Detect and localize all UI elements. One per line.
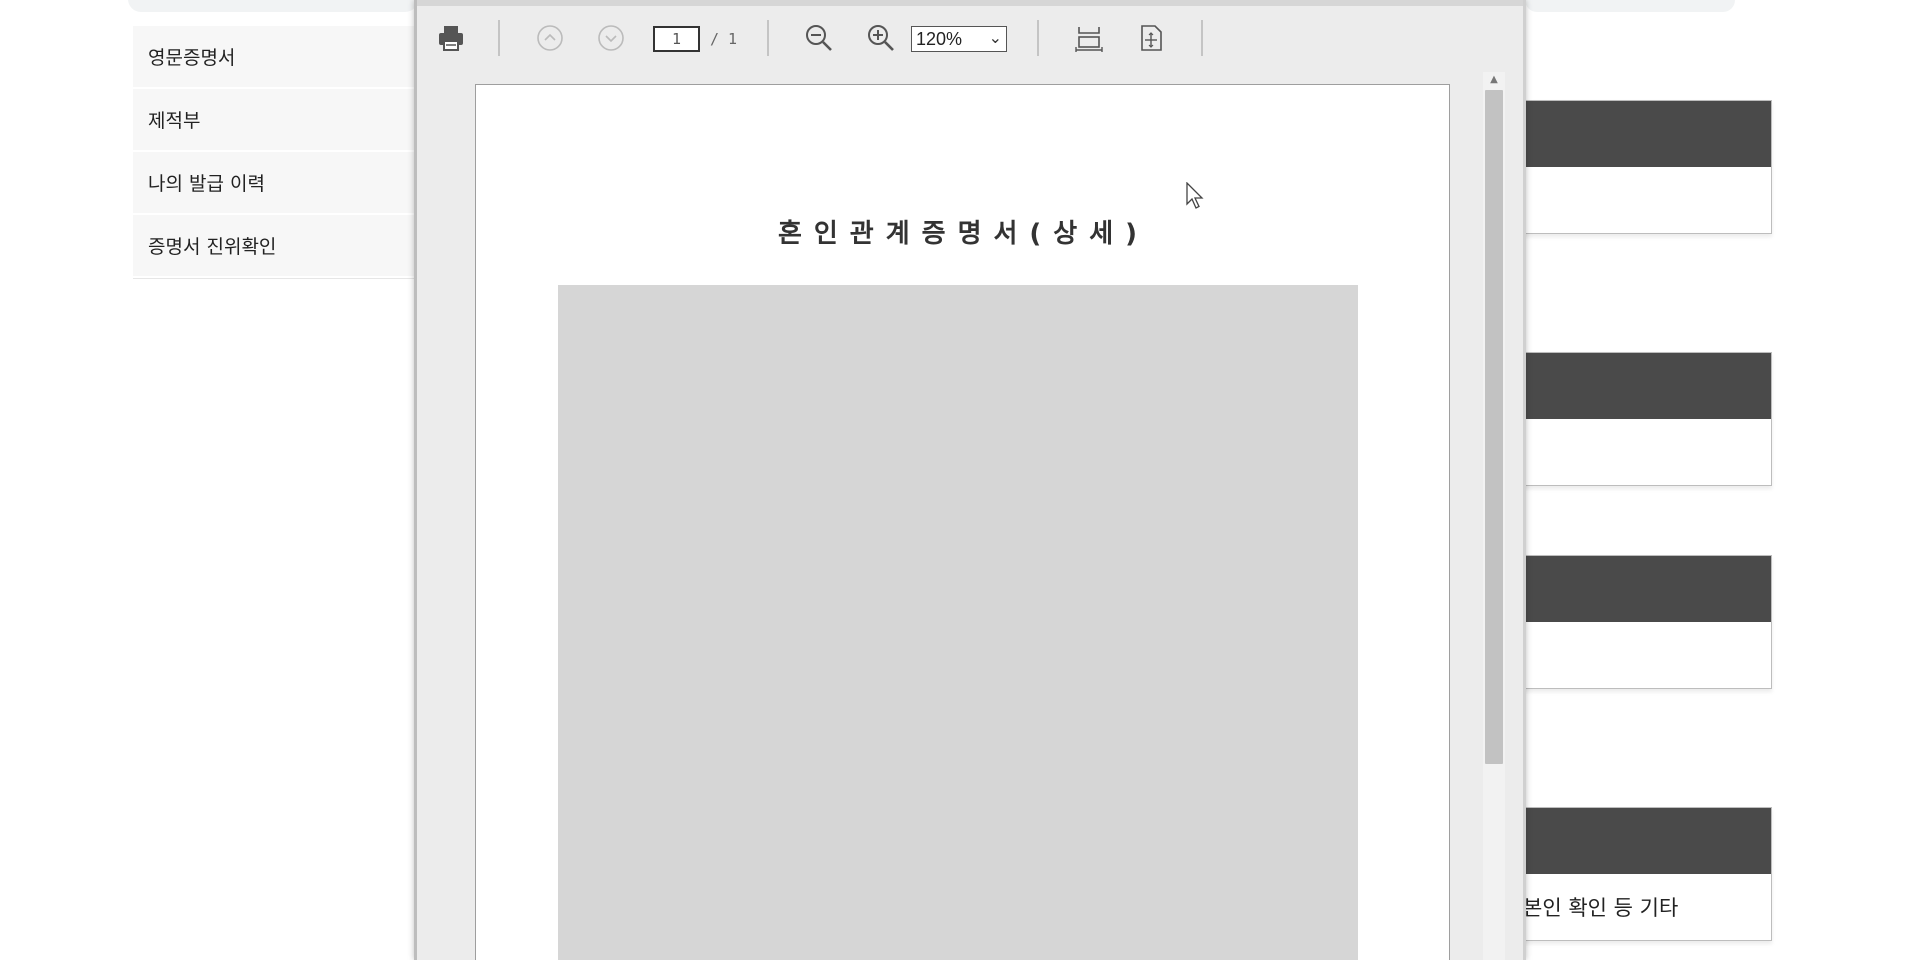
service-card-label: 본인 확인 등 기타 [1501, 874, 1771, 940]
zoom-value: 120% [916, 29, 963, 49]
side-menu-item-verify-certificate[interactable]: 증명서 진위확인 [133, 215, 423, 278]
service-card-header [1501, 556, 1771, 622]
next-page-icon[interactable] [593, 20, 629, 56]
service-card-body [1501, 419, 1771, 485]
chevron-down-icon: ⌄ [988, 30, 1002, 47]
fit-width-icon[interactable] [1071, 20, 1107, 56]
side-menu-item-label: 제적부 [148, 110, 201, 132]
side-menu-item-issue-history[interactable]: 나의 발급 이력 [133, 152, 423, 215]
service-card-body [1501, 167, 1771, 233]
address-bar[interactable] [128, 0, 418, 12]
document-page: 혼인관계증명서(상세) [475, 84, 1450, 960]
side-menu: 영문증명서 제적부 나의 발급 이력 증명서 진위확인 [133, 26, 423, 279]
toolbar-divider [1201, 20, 1203, 56]
service-card-header [1501, 101, 1771, 167]
service-card[interactable] [1500, 100, 1772, 234]
page-number-input[interactable]: 1 [653, 26, 700, 52]
zoom-out-icon[interactable] [801, 20, 837, 56]
service-card-identity[interactable]: 본인 확인 등 기타 [1500, 807, 1772, 941]
side-menu-item-english-certificate[interactable]: 영문증명서 [133, 26, 423, 89]
mouse-cursor-icon [1186, 181, 1206, 214]
redacted-content-block [558, 285, 1358, 960]
browser-toolbar-right [1525, 0, 1735, 12]
toolbar-divider [767, 20, 769, 56]
service-card-body [1501, 622, 1771, 688]
fit-page-icon[interactable] [1133, 20, 1169, 56]
scroll-up-arrow-icon[interactable]: ▲ [1486, 74, 1502, 88]
service-card[interactable] [1500, 555, 1772, 689]
side-menu-item-removed-register[interactable]: 제적부 [133, 89, 423, 152]
scrollbar-thumb[interactable] [1485, 90, 1503, 764]
printer-icon[interactable] [433, 20, 469, 56]
toolbar-divider [1037, 20, 1039, 56]
service-card-header [1501, 808, 1771, 874]
pdf-toolbar: 1 / 1 120% ⌄ [417, 6, 1523, 72]
side-menu-item-label: 영문증명서 [148, 47, 236, 69]
service-card[interactable] [1500, 352, 1772, 486]
screen: 영문증명서 제적부 나의 발급 이력 증명서 진위확인 본인 확인 등 기타 1… [0, 0, 1920, 960]
zoom-in-icon[interactable] [863, 20, 899, 56]
side-menu-item-label: 증명서 진위확인 [148, 236, 277, 258]
prev-page-icon[interactable] [532, 20, 568, 56]
page-total-label: / 1 [710, 30, 738, 48]
pdf-viewer: 1 / 1 120% ⌄ 혼인관계증명서(상세) ▲ [414, 0, 1526, 960]
document-title: 혼인관계증명서(상세) [777, 219, 1150, 249]
side-menu-item-label: 나의 발급 이력 [148, 173, 265, 195]
zoom-select[interactable]: 120% ⌄ [911, 26, 1007, 52]
service-card-header [1501, 353, 1771, 419]
toolbar-divider [498, 20, 500, 56]
document-area[interactable]: 혼인관계증명서(상세) [417, 72, 1523, 960]
